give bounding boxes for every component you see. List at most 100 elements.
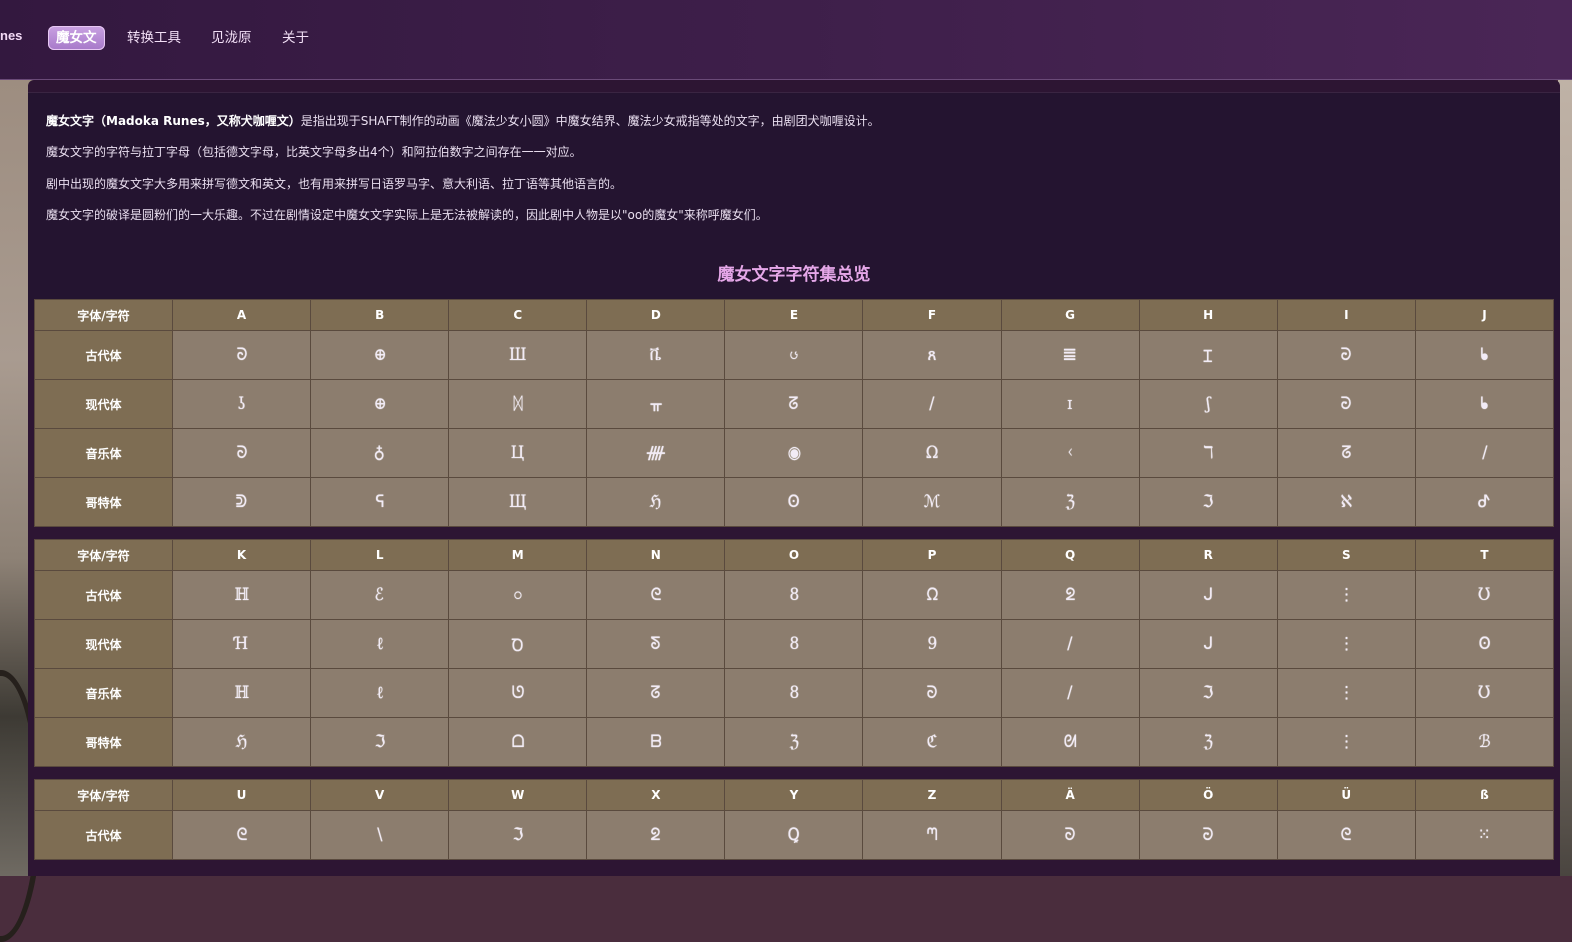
rune-glyph-cell: ℍ	[171, 668, 312, 718]
rune-glyph-cell: ᚎ	[586, 428, 726, 478]
rune-glyph-cell: 8	[724, 619, 864, 669]
rune-glyph: ᘐ	[926, 683, 938, 703]
rune-glyph-cell: Ꝗ	[724, 810, 864, 860]
font-style-label: 音乐体	[34, 428, 173, 478]
intro-paragraph-2: 魔女文字的字符与拉丁字母（包括德文字母，比英文字母多出4个）和阿拉伯数字之间存在…	[46, 145, 582, 159]
letter-header: Q	[1000, 539, 1140, 571]
rune-glyph-cell: 8	[724, 668, 864, 718]
rune-glyph: 8	[789, 634, 799, 654]
rune-table-1: 字体/字符 A B C D E F G H I J 古代体 ᘐ ⊕ Ш ቬ ၒ ጸ 𝌆 Ɪ ᘒ ᖲ 现代体 ʖ ⊕ ᛞ ᚂ ᘔ / ɪ ʃ ᘒ…	[34, 299, 1555, 527]
rune-glyph: Ш	[509, 345, 527, 365]
letter-header: J	[1414, 299, 1555, 331]
rune-glyph: ᘒ	[1202, 825, 1214, 845]
rune-glyph: ᒍ	[1203, 585, 1214, 605]
rune-glyph: ᘔ	[1341, 443, 1352, 463]
letter-header: X	[586, 779, 726, 811]
rune-glyph: ℵ	[1340, 492, 1352, 512]
table-row: 哥特体 ᕲ ᕋ Щ ℌ Ꙩ ℳ ℨ ℑ ℵ ᕷ	[34, 477, 1555, 527]
rune-glyph: ᘖ	[650, 825, 661, 845]
letter-header: S	[1276, 539, 1416, 571]
rune-glyph-cell: ቬ	[586, 330, 726, 380]
rune-glyph-cell: ℑ	[1138, 477, 1278, 527]
letter-header: ß	[1414, 779, 1555, 811]
rune-glyph-cell: Ʊ	[1414, 668, 1555, 718]
rune-glyph-cell: ᖲ	[1414, 330, 1555, 380]
rune-glyph: ᘓ	[1340, 825, 1352, 845]
rune-glyph-cell: 9	[862, 619, 1002, 669]
font-style-label: 哥特体	[34, 717, 173, 767]
rune-glyph: /	[929, 394, 935, 414]
rune-glyph-cell: ဝ	[448, 570, 588, 620]
header-corner: 字体/字符	[34, 779, 173, 811]
rune-glyph: ᘐ	[236, 345, 247, 365]
rune-glyph: ᚲ	[1065, 443, 1075, 463]
rune-glyph: ℍ	[234, 585, 249, 605]
rune-glyph-cell: ℍ	[171, 570, 312, 620]
rune-glyph: /	[1067, 634, 1073, 654]
font-style-label: 古代体	[34, 810, 173, 860]
rune-glyph: ⁙	[1478, 825, 1491, 845]
nav-item-about[interactable]: 关于	[274, 26, 317, 50]
letter-header: G	[1000, 299, 1140, 331]
rune-glyph: ♁	[374, 443, 386, 463]
rune-glyph: ℑ	[1202, 683, 1214, 703]
rune-glyph-cell: ᘓ	[586, 570, 726, 620]
rune-glyph: ᚎ	[646, 443, 665, 463]
letter-header: W	[448, 779, 588, 811]
rune-glyph: ᘓ	[236, 825, 247, 845]
rune-glyph-cell: ᘕ	[586, 619, 726, 669]
rune-glyph-cell: ℌ	[586, 477, 726, 527]
rune-glyph: ᖲ	[1480, 345, 1489, 365]
rune-glyph-cell: ℨ	[724, 717, 864, 767]
rune-glyph-cell: ɪ	[1000, 379, 1140, 429]
rune-glyph-cell: ⋮	[1276, 619, 1416, 669]
intro-term: 魔女文字（Madoka Runes，又称犬咖喱文）	[46, 114, 301, 128]
rune-glyph-cell: ᘛ	[1000, 717, 1140, 767]
rune-glyph-cell: ᘐ	[862, 668, 1002, 718]
rune-glyph: Ω	[925, 443, 939, 463]
rune-glyph: ᘓ	[650, 585, 662, 605]
rune-glyph-cell: ℳ	[862, 477, 1002, 527]
rune-glyph: ℌ	[650, 492, 662, 512]
rune-glyph: ℍ	[234, 683, 249, 703]
rune-glyph: 8	[789, 683, 799, 703]
rune-glyph-cell: ᕋ	[310, 477, 450, 527]
rune-glyph-cell: ℑ	[448, 810, 588, 860]
rune-glyph-cell: ℭ	[862, 717, 1002, 767]
rune-glyph: ℑ	[1202, 492, 1214, 512]
intro-paragraph-3: 剧中出现的魔女文字大多用来拼写德文和英文，也有用来拼写日语罗马字、意大利语、拉丁…	[46, 177, 623, 191]
rune-glyph: ⋮	[1338, 634, 1354, 654]
nav-item-converter[interactable]: 转换工具	[119, 26, 189, 50]
rune-glyph-cell: ጸ	[862, 330, 1002, 380]
rune-glyph: ᘛ	[1063, 732, 1077, 752]
nav-item-mitakihara[interactable]: 见泷原	[203, 26, 260, 50]
letter-header: P	[862, 539, 1002, 571]
rune-glyph-cell: ⋮	[1276, 570, 1416, 620]
rune-glyph-cell: Ꙩ	[724, 477, 864, 527]
rune-glyph-cell: ℵ	[1276, 477, 1416, 527]
rune-glyph: ʖ	[237, 394, 246, 414]
rune-glyph-cell: ℌ	[171, 717, 312, 767]
rune-glyph-cell: ᘖ	[1000, 570, 1140, 620]
rune-glyph: ᘕ	[650, 634, 661, 654]
brand-name[interactable]: nes	[0, 28, 22, 43]
rune-glyph-cell: ᘔ	[1276, 428, 1416, 478]
rune-glyph: ᘯ	[926, 585, 938, 605]
rune-glyph: ᘒ	[1340, 394, 1352, 414]
rune-glyph: ᘔ	[650, 683, 661, 703]
rune-glyph-cell: ᕲ	[171, 477, 312, 527]
letter-header: V	[310, 779, 450, 811]
rune-glyph-cell: Ω	[862, 428, 1002, 478]
letter-header: F	[862, 299, 1002, 331]
rune-glyph-cell: ⁙	[1414, 810, 1555, 860]
letter-header: Ö	[1138, 779, 1278, 811]
rune-glyph: ℬ	[1478, 732, 1491, 752]
rune-glyph: ◉	[787, 443, 801, 463]
rune-glyph: Ʊ	[1478, 683, 1491, 703]
nav-item-witch-runes[interactable]: 魔女文	[48, 26, 105, 50]
intro-paragraph-1-text: 是指出现于SHAFT制作的动画《魔法少女小圆》中魔女结界、魔法少女戒指等处的文字…	[300, 114, 880, 128]
rune-glyph-cell: ℓ	[310, 668, 450, 718]
rune-glyph: ℭ	[926, 732, 938, 752]
rune-glyph: ℨ	[1203, 732, 1213, 752]
font-style-label: 哥特体	[34, 477, 173, 527]
